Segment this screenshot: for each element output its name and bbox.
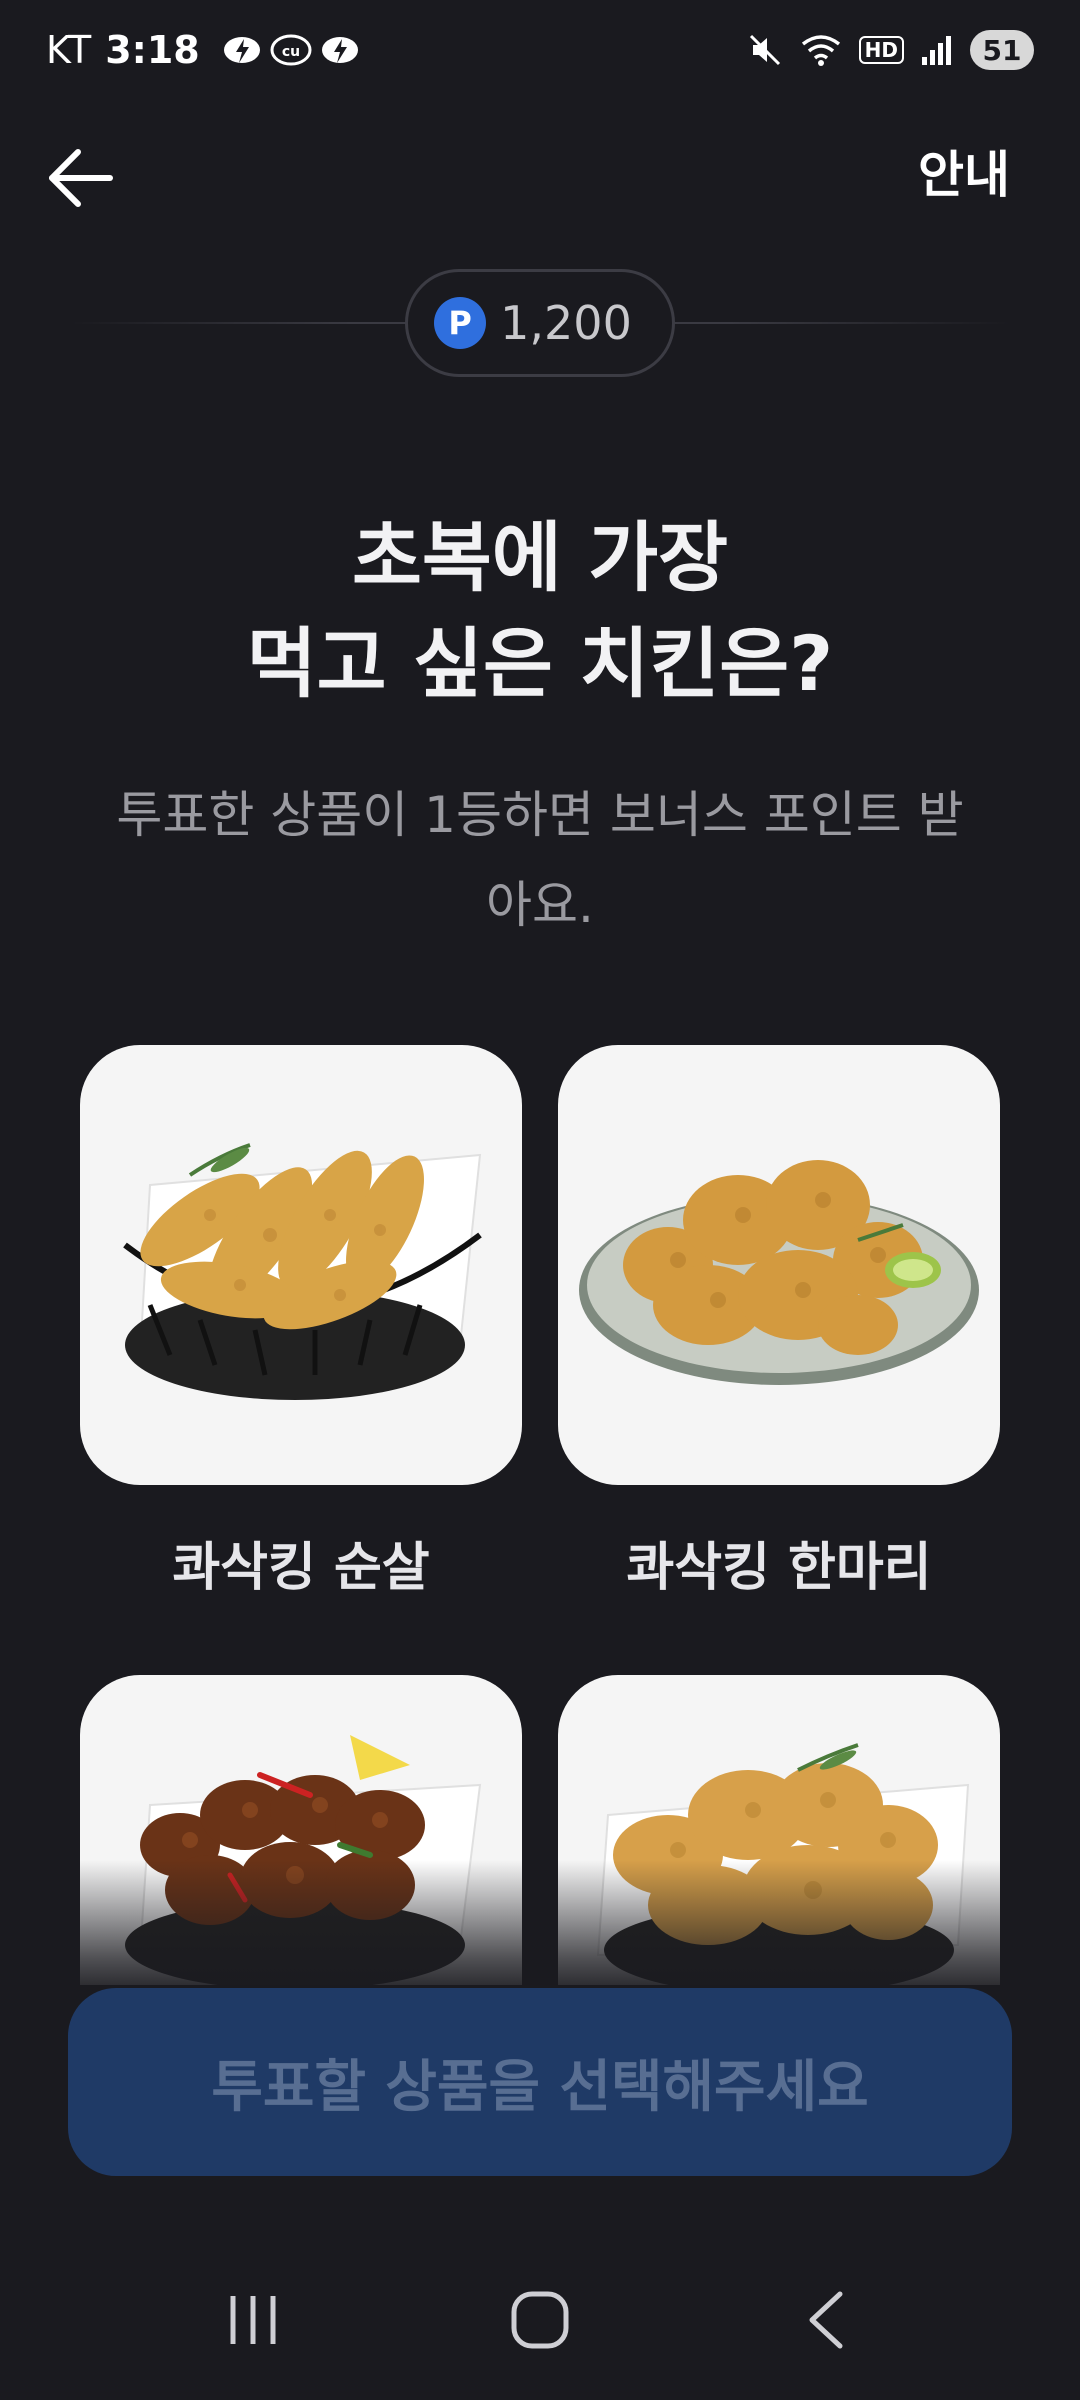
product-image[interactable] <box>558 1045 1000 1485</box>
product-label: 콰삭킹 순살 <box>172 1538 430 1598</box>
back-nav-icon <box>809 2291 843 2349</box>
system-nav-bar <box>0 2240 1080 2400</box>
battery-indicator: 51 <box>970 30 1034 70</box>
wifi-icon <box>801 35 840 66</box>
back-button[interactable] <box>40 138 120 218</box>
points-badge: P 1,200 <box>405 269 675 377</box>
point-icon: P <box>434 297 487 349</box>
vote-button[interactable]: 투표할 상품을 선택해주세요 <box>68 1988 1012 2176</box>
lightning-cloud-icon <box>321 37 358 63</box>
hd-voice-icon: HD <box>858 36 904 64</box>
home-icon <box>511 2291 569 2349</box>
top-nav: 안내 <box>0 120 1080 230</box>
lightning-cloud-icon <box>223 37 260 63</box>
boneless-chicken-basket-icon <box>123 1143 482 1400</box>
screen: KT 3:18 cu HD 51 안내 P 1,200 초복에 가장 먹고 싶은… <box>0 0 1080 2400</box>
status-bar: KT 3:18 cu HD 51 <box>0 0 1080 100</box>
notification-icons: cu <box>222 33 360 67</box>
status-left: KT 3:18 cu <box>46 28 360 72</box>
product-card-2[interactable]: 콰삭킹 한마리 <box>558 1045 1000 1600</box>
question-line-2: 먹고 싶은 치킨은? <box>246 619 834 708</box>
carrier-label: KT <box>46 28 92 72</box>
points-row: P 1,200 <box>70 268 1010 378</box>
clock: 3:18 <box>105 28 200 72</box>
product-image[interactable] <box>80 1045 522 1485</box>
mute-icon <box>749 34 780 66</box>
scroll-fade <box>0 1860 1080 2000</box>
arrow-left-icon <box>49 149 113 207</box>
recent-apps-icon <box>230 2296 276 2344</box>
question-line-1: 초복에 가장 <box>351 513 729 602</box>
product-card-1[interactable]: 콰삭킹 순살 <box>80 1045 522 1600</box>
status-right: HD 51 <box>747 30 1034 70</box>
question-title: 초복에 가장 먹고 싶은 치킨은? <box>0 505 1080 717</box>
recent-apps-button[interactable] <box>203 2270 303 2370</box>
bonus-description: 투표한 상품이 1등하면 보너스 포인트 받아요. <box>116 786 964 934</box>
product-label: 콰삭킹 한마리 <box>626 1538 932 1598</box>
back-nav-button[interactable] <box>777 2270 877 2370</box>
signal-icon <box>922 36 951 65</box>
points-value: 1,200 <box>500 296 632 350</box>
svg-text:cu: cu <box>282 44 300 60</box>
home-button[interactable] <box>490 2270 590 2370</box>
cu-app-icon: cu <box>270 34 312 66</box>
guide-button[interactable]: 안내 <box>918 140 1010 210</box>
whole-chicken-plate-icon <box>579 1160 979 1385</box>
